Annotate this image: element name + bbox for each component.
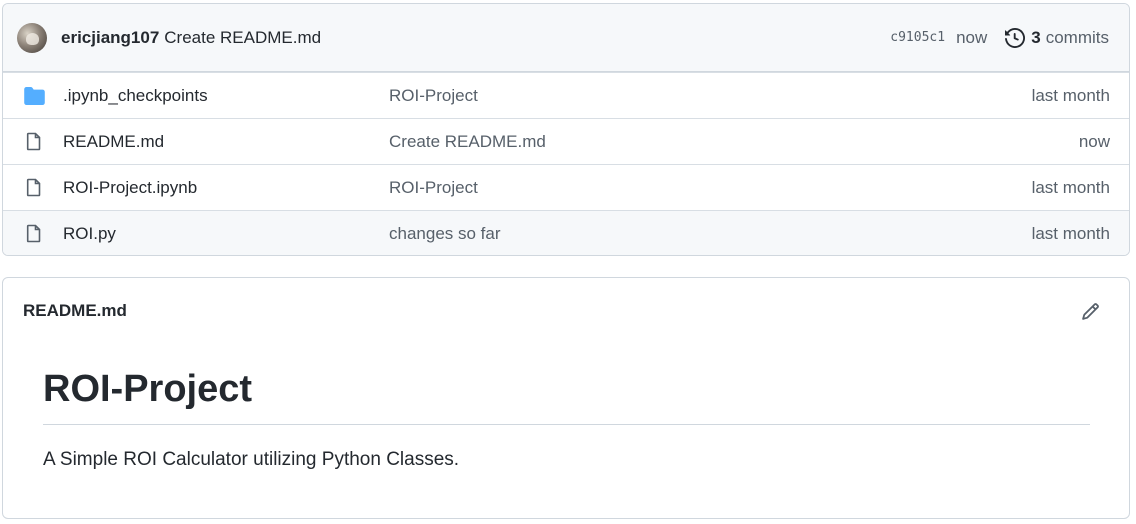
file-name-link[interactable]: README.md	[63, 132, 389, 152]
file-row[interactable]: ROI-Project.ipynb ROI-Project last month	[3, 164, 1129, 210]
commit-author-link[interactable]: ericjiang107	[61, 28, 159, 48]
file-commit-message-link[interactable]: ROI-Project	[389, 86, 1032, 106]
commit-time: now	[956, 27, 988, 47]
history-icon	[1005, 27, 1026, 48]
file-name-link[interactable]: ROI-Project.ipynb	[63, 178, 389, 198]
commit-history-link[interactable]: 3 commits	[1005, 28, 1109, 48]
readme-heading: ROI-Project	[43, 368, 1090, 425]
readme-filename[interactable]: README.md	[23, 301, 127, 321]
file-age: last month	[1031, 85, 1110, 105]
file-age: last month	[1031, 177, 1110, 197]
commit-message-link[interactable]: Create README.md	[164, 28, 321, 48]
file-row[interactable]: ROI.py changes so far last month	[3, 210, 1129, 255]
readme-content: ROI-Project A Simple ROI Calculator util…	[3, 368, 1129, 471]
commit-count-label: commits	[1045, 27, 1109, 47]
file-icon	[23, 224, 45, 244]
commit-sha-link[interactable]: c9105c1	[890, 30, 945, 45]
readme-description: A Simple ROI Calculator utilizing Python…	[43, 448, 460, 470]
file-commit-message-link[interactable]: ROI-Project	[389, 178, 1032, 198]
file-icon	[23, 132, 45, 152]
file-row[interactable]: .ipynb_checkpoints ROI-Project last mont…	[3, 72, 1129, 118]
file-name-link[interactable]: .ipynb_checkpoints	[63, 86, 389, 106]
file-icon	[23, 178, 45, 198]
file-commit-message-link[interactable]: Create README.md	[389, 132, 1079, 152]
file-browser: ericjiang107 Create README.md c9105c1 no…	[2, 3, 1130, 256]
latest-commit-bar: ericjiang107 Create README.md c9105c1 no…	[3, 4, 1129, 72]
readme-panel: README.md ROI-Project A Simple ROI Calcu…	[2, 277, 1130, 519]
avatar[interactable]	[17, 22, 47, 53]
file-age: now	[1078, 131, 1110, 151]
commit-count: 3	[1031, 27, 1041, 47]
file-commit-message-link[interactable]: changes so far	[389, 224, 1032, 244]
edit-readme-button[interactable]	[1079, 300, 1101, 322]
readme-header: README.md	[3, 278, 1129, 344]
file-age: last month	[1031, 223, 1110, 243]
file-row[interactable]: README.md Create README.md now	[3, 118, 1129, 164]
pencil-icon	[1081, 302, 1099, 320]
folder-icon	[23, 86, 45, 106]
file-name-link[interactable]: ROI.py	[63, 224, 389, 244]
